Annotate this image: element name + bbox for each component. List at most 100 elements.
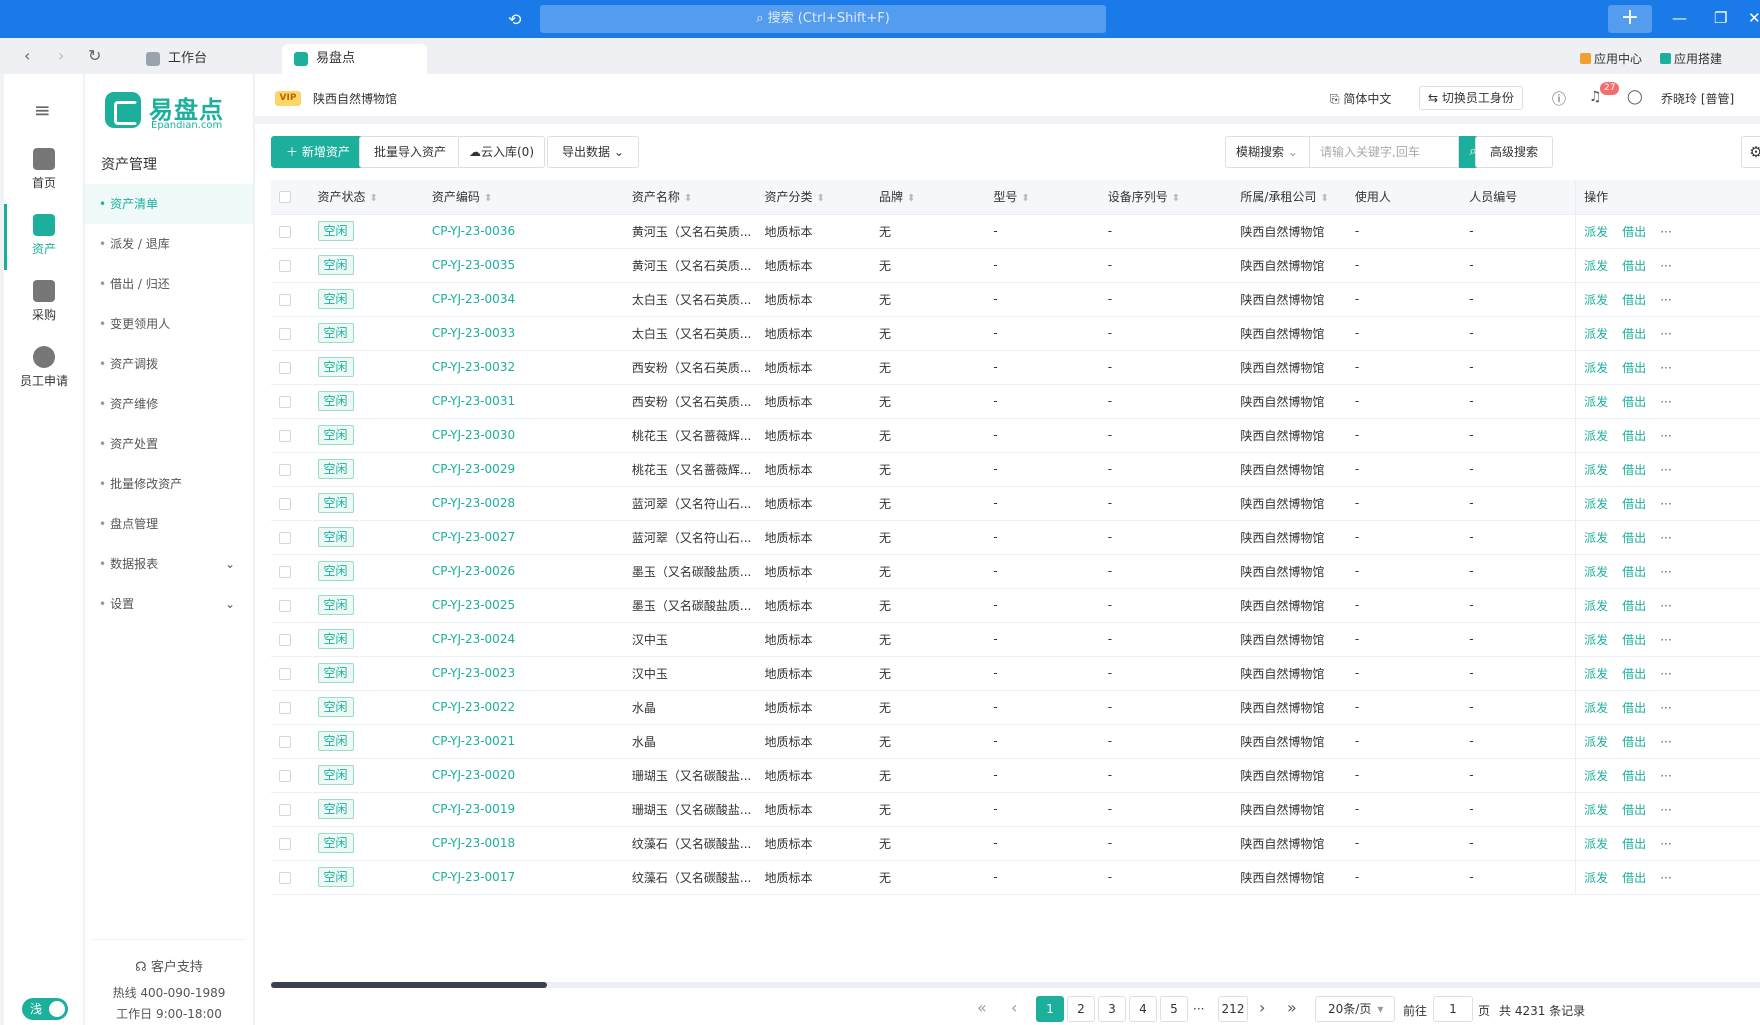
sidebar-item-dispatch-return[interactable]: 派发 / 退库 [85, 224, 253, 264]
last-page-icon[interactable]: » [1287, 998, 1297, 1017]
page-button-last[interactable]: 212 [1218, 996, 1248, 1022]
lend-link[interactable]: 借出 [1622, 497, 1646, 511]
batch-import-button[interactable]: 批量导入资产 [359, 136, 462, 168]
cell-code[interactable]: CP-YJ-23-0036 [423, 214, 624, 249]
sidebar-item-change-user[interactable]: 变更领用人 [85, 304, 253, 344]
dispatch-link[interactable]: 派发 [1584, 327, 1608, 341]
column-header[interactable]: 资产分类 ⬍ [756, 180, 871, 215]
sidebar-item-repair[interactable]: 资产维修 [85, 384, 253, 424]
sort-icon[interactable]: ⬍ [817, 193, 825, 204]
row-checkbox[interactable] [279, 361, 291, 374]
cell-code[interactable]: CP-YJ-23-0031 [423, 384, 624, 419]
row-checkbox[interactable] [279, 259, 291, 272]
table-row[interactable]: 空闲 CP-YJ-23-0017 纹藻石（又名碳酸盐... 地质标本无 - - 陕西自然博物… [271, 860, 1760, 895]
scrollbar-thumb[interactable] [271, 982, 547, 988]
forward-icon[interactable]: › [58, 46, 64, 65]
search-mode-select[interactable]: 模糊搜索 ⌄ [1225, 136, 1309, 168]
dispatch-link[interactable]: 派发 [1584, 633, 1608, 647]
more-icon[interactable]: ··· [1660, 565, 1671, 579]
row-checkbox[interactable] [279, 769, 291, 782]
asset-code-link[interactable]: CP-YJ-23-0030 [432, 428, 515, 442]
cell-code[interactable]: CP-YJ-23-0027 [423, 520, 624, 555]
asset-code-link[interactable]: CP-YJ-23-0033 [432, 326, 515, 340]
cell-code[interactable]: CP-YJ-23-0026 [423, 554, 624, 589]
keyword-search-input[interactable]: 请输入关键字,回车 [1309, 136, 1459, 168]
prev-page-icon[interactable]: ‹ [1011, 998, 1017, 1017]
row-checkbox[interactable] [279, 463, 291, 476]
first-page-icon[interactable]: « [977, 998, 987, 1017]
more-icon[interactable]: ··· [1660, 361, 1671, 375]
column-header[interactable]: 品牌 ⬍ [870, 180, 986, 215]
page-size-select[interactable]: 20条/页 ▾ [1315, 996, 1395, 1022]
table-row[interactable]: 空闲 CP-YJ-23-0030 桃花玉（又名蔷薇辉... 地质标本无 - - 陕西自然博物… [271, 418, 1760, 453]
dispatch-link[interactable]: 派发 [1584, 429, 1608, 443]
cell-code[interactable]: CP-YJ-23-0035 [423, 248, 624, 283]
table-row[interactable]: 空闲 CP-YJ-23-0036 黄河玉（又名石英质... 地质标本无 - - 陕西自然博物… [271, 214, 1760, 249]
row-checkbox[interactable] [279, 497, 291, 510]
asset-code-link[interactable]: CP-YJ-23-0032 [432, 360, 515, 374]
sort-icon[interactable]: ⬍ [684, 193, 692, 204]
lend-link[interactable]: 借出 [1622, 803, 1646, 817]
table-row[interactable]: 空闲 CP-YJ-23-0032 西安粉（又名石英质... 地质标本无 - - 陕西自然博物… [271, 350, 1760, 385]
table-row[interactable]: 空闲 CP-YJ-23-0025 墨玉（又名碳酸盐质... 地质标本无 - - 陕西自然博物… [271, 588, 1760, 623]
lend-link[interactable]: 借出 [1622, 361, 1646, 375]
dispatch-link[interactable]: 派发 [1584, 837, 1608, 851]
asset-code-link[interactable]: CP-YJ-23-0023 [432, 666, 515, 680]
sidebar-item-settings[interactable]: 设置 ⌄ [85, 584, 253, 624]
more-icon[interactable]: ··· [1660, 395, 1671, 409]
column-header[interactable]: 设备序列号 ⬍ [1099, 180, 1233, 215]
theme-toggle[interactable]: 浅 [22, 998, 68, 1020]
more-icon[interactable]: ··· [1660, 837, 1671, 851]
asset-code-link[interactable]: CP-YJ-23-0036 [432, 224, 515, 238]
asset-code-link[interactable]: CP-YJ-23-0021 [432, 734, 515, 748]
more-icon[interactable]: ··· [1660, 497, 1671, 511]
menu-collapse-icon[interactable]: ≡ [34, 98, 51, 122]
more-icon[interactable]: ··· [1660, 463, 1671, 477]
lend-link[interactable]: 借出 [1622, 463, 1646, 477]
lend-link[interactable]: 借出 [1622, 395, 1646, 409]
lend-link[interactable]: 借出 [1622, 293, 1646, 307]
sort-icon[interactable]: ⬍ [370, 193, 378, 204]
cell-code[interactable]: CP-YJ-23-0030 [423, 418, 624, 453]
table-row[interactable]: 空闲 CP-YJ-23-0023 汉中玉 地质标本无 - - 陕西自然博物馆 - - 派发 借出 ··… [271, 656, 1760, 691]
table-row[interactable]: 空闲 CP-YJ-23-0024 汉中玉 地质标本无 - - 陕西自然博物馆 - - 派发 借出 ··… [271, 622, 1760, 657]
dispatch-link[interactable]: 派发 [1584, 259, 1608, 273]
lend-link[interactable]: 借出 [1622, 837, 1646, 851]
table-row[interactable]: 空闲 CP-YJ-23-0018 纹藻石（又名碳酸盐... 地质标本无 - - 陕西自然博物… [271, 826, 1760, 861]
sidebar-item-batch-edit[interactable]: 批量修改资产 [85, 464, 253, 504]
page-button[interactable]: 2 [1067, 996, 1095, 1022]
dispatch-link[interactable]: 派发 [1584, 735, 1608, 749]
more-icon[interactable]: ··· [1660, 701, 1671, 715]
sort-icon[interactable]: ⬍ [484, 193, 492, 204]
lend-link[interactable]: 借出 [1622, 565, 1646, 579]
app-build-link[interactable]: 应用搭建 [1660, 50, 1722, 67]
avatar-icon[interactable]: ◯ [1627, 89, 1643, 105]
lend-link[interactable]: 借出 [1622, 667, 1646, 681]
next-page-icon[interactable]: › [1259, 998, 1265, 1017]
cell-code[interactable]: CP-YJ-23-0025 [423, 588, 624, 623]
lend-link[interactable]: 借出 [1622, 735, 1646, 749]
rail-item-home[interactable]: 首页 [4, 148, 84, 191]
export-button[interactable]: 导出数据 ⌄ [547, 136, 639, 168]
sidebar-item-disposal[interactable]: 资产处置 [85, 424, 253, 464]
cell-code[interactable]: CP-YJ-23-0020 [423, 758, 624, 793]
row-checkbox[interactable] [279, 735, 291, 748]
cell-code[interactable]: CP-YJ-23-0034 [423, 282, 624, 317]
row-checkbox[interactable] [279, 837, 291, 850]
more-icon[interactable]: ··· [1660, 531, 1671, 545]
dispatch-link[interactable]: 派发 [1584, 871, 1608, 885]
cell-code[interactable]: CP-YJ-23-0017 [423, 860, 624, 895]
asset-code-link[interactable]: CP-YJ-23-0028 [432, 496, 515, 510]
back-icon[interactable]: ‹ [24, 46, 30, 65]
table-row[interactable]: 空闲 CP-YJ-23-0022 水晶 地质标本无 - - 陕西自然博物馆 - - 派发 借出 ··· [271, 690, 1760, 725]
tab-workbench[interactable]: 工作台 [134, 44, 207, 74]
rail-item-employee-request[interactable]: 员工申请 [4, 346, 84, 389]
sidebar-item-reports[interactable]: 数据报表 ⌄ [85, 544, 253, 584]
user-name[interactable]: 乔晓玲 [普管] [1661, 90, 1734, 107]
column-header[interactable]: 型号 ⬍ [985, 180, 1100, 215]
sidebar-item-lend-return[interactable]: 借出 / 归还 [85, 264, 253, 304]
column-header[interactable]: 资产名称 ⬍ [623, 180, 757, 215]
dispatch-link[interactable]: 派发 [1584, 565, 1608, 579]
more-icon[interactable]: ··· [1660, 327, 1671, 341]
more-icon[interactable]: ··· [1660, 429, 1671, 443]
